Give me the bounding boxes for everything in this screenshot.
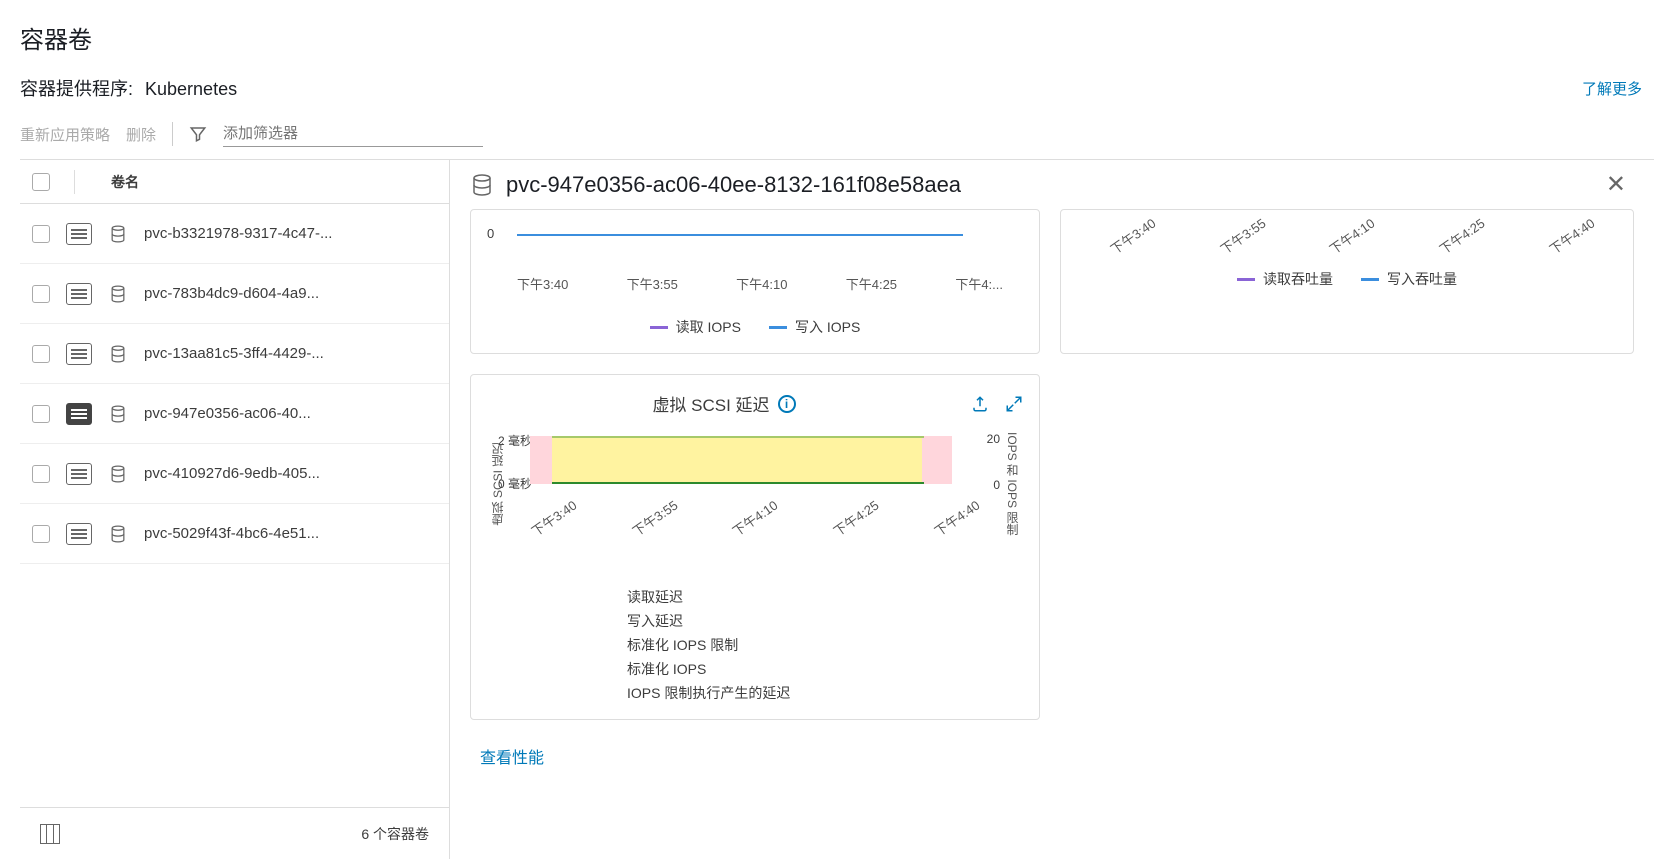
iops-line (517, 234, 963, 236)
filter-input[interactable] (223, 121, 483, 147)
select-all-checkbox[interactable] (32, 173, 50, 191)
export-icon[interactable] (971, 395, 989, 413)
volume-name: pvc-13aa81c5-3ff4-4429-... (144, 345, 324, 362)
column-picker-icon[interactable] (40, 824, 60, 844)
info-icon[interactable]: i (778, 395, 796, 413)
volume-name: pvc-5029f43f-4bc6-4e51... (144, 525, 319, 542)
learn-more-link[interactable]: 了解更多 (1582, 78, 1642, 99)
page-title: 容器卷 (20, 20, 1654, 55)
volume-icon (470, 173, 494, 197)
row-checkbox[interactable] (32, 345, 50, 363)
volume-icon (108, 224, 128, 244)
separator (172, 122, 173, 146)
volume-name: pvc-410927d6-9edb-405... (144, 465, 320, 482)
row-checkbox[interactable] (32, 285, 50, 303)
row-detail-icon[interactable] (66, 223, 92, 245)
table-row[interactable]: pvc-783b4dc9-d604-4a9... (20, 264, 449, 324)
row-detail-icon[interactable] (66, 403, 92, 425)
volume-icon (108, 284, 128, 304)
row-detail-icon[interactable] (66, 343, 92, 365)
iops-chart-card: 0 下午3:40下午3:55下午4:10下午4:25下午4:... 读取 IOP… (470, 209, 1040, 354)
row-count: 6 个容器卷 (361, 824, 429, 844)
row-checkbox[interactable] (32, 405, 50, 423)
filter-icon (189, 125, 207, 143)
row-checkbox[interactable] (32, 465, 50, 483)
detail-panel: pvc-947e0356-ac06-40ee-8132-161f08e58aea… (450, 160, 1654, 859)
volume-name: pvc-b3321978-9317-4c47-... (144, 225, 332, 242)
latency-chart-card: 虚拟 SCSI 延迟i 虚拟 SCSI 延迟 2 毫秒 0 毫秒 2 (470, 374, 1040, 720)
row-checkbox[interactable] (32, 525, 50, 543)
row-detail-icon[interactable] (66, 283, 92, 305)
table-row[interactable]: pvc-b3321978-9317-4c47-... (20, 204, 449, 264)
volume-name: pvc-947e0356-ac06-40... (144, 405, 311, 422)
provider-value: Kubernetes (145, 79, 237, 99)
volume-icon (108, 524, 128, 544)
provider-label: 容器提供程序:Kubernetes (20, 75, 237, 101)
volume-icon (108, 404, 128, 424)
column-header-name[interactable]: 卷名 (91, 172, 139, 192)
expand-icon[interactable] (1005, 395, 1023, 413)
view-performance-link[interactable]: 查看性能 (470, 744, 1634, 768)
throughput-chart-card: 下午3:40下午3:55下午4:10下午4:25下午4:40 读取吞吐量 写入吞… (1060, 209, 1634, 354)
reapply-policy-button[interactable]: 重新应用策略 (20, 124, 110, 145)
row-detail-icon[interactable] (66, 463, 92, 485)
row-detail-icon[interactable] (66, 523, 92, 545)
table-row[interactable]: pvc-5029f43f-4bc6-4e51... (20, 504, 449, 564)
volume-icon (108, 344, 128, 364)
volume-name: pvc-783b4dc9-d604-4a9... (144, 285, 319, 302)
delete-button[interactable]: 删除 (126, 124, 156, 145)
row-checkbox[interactable] (32, 225, 50, 243)
table-row[interactable]: pvc-947e0356-ac06-40... (20, 384, 449, 444)
close-icon[interactable]: ✕ (1598, 170, 1634, 199)
detail-title: pvc-947e0356-ac06-40ee-8132-161f08e58aea (506, 172, 1586, 198)
table-row[interactable]: pvc-13aa81c5-3ff4-4429-... (20, 324, 449, 384)
table-row[interactable]: pvc-410927d6-9edb-405... (20, 444, 449, 504)
volume-icon (108, 464, 128, 484)
volumes-table: 卷名 pvc-b3321978-9317-4c47-... pvc-783b4dc… (20, 160, 450, 859)
